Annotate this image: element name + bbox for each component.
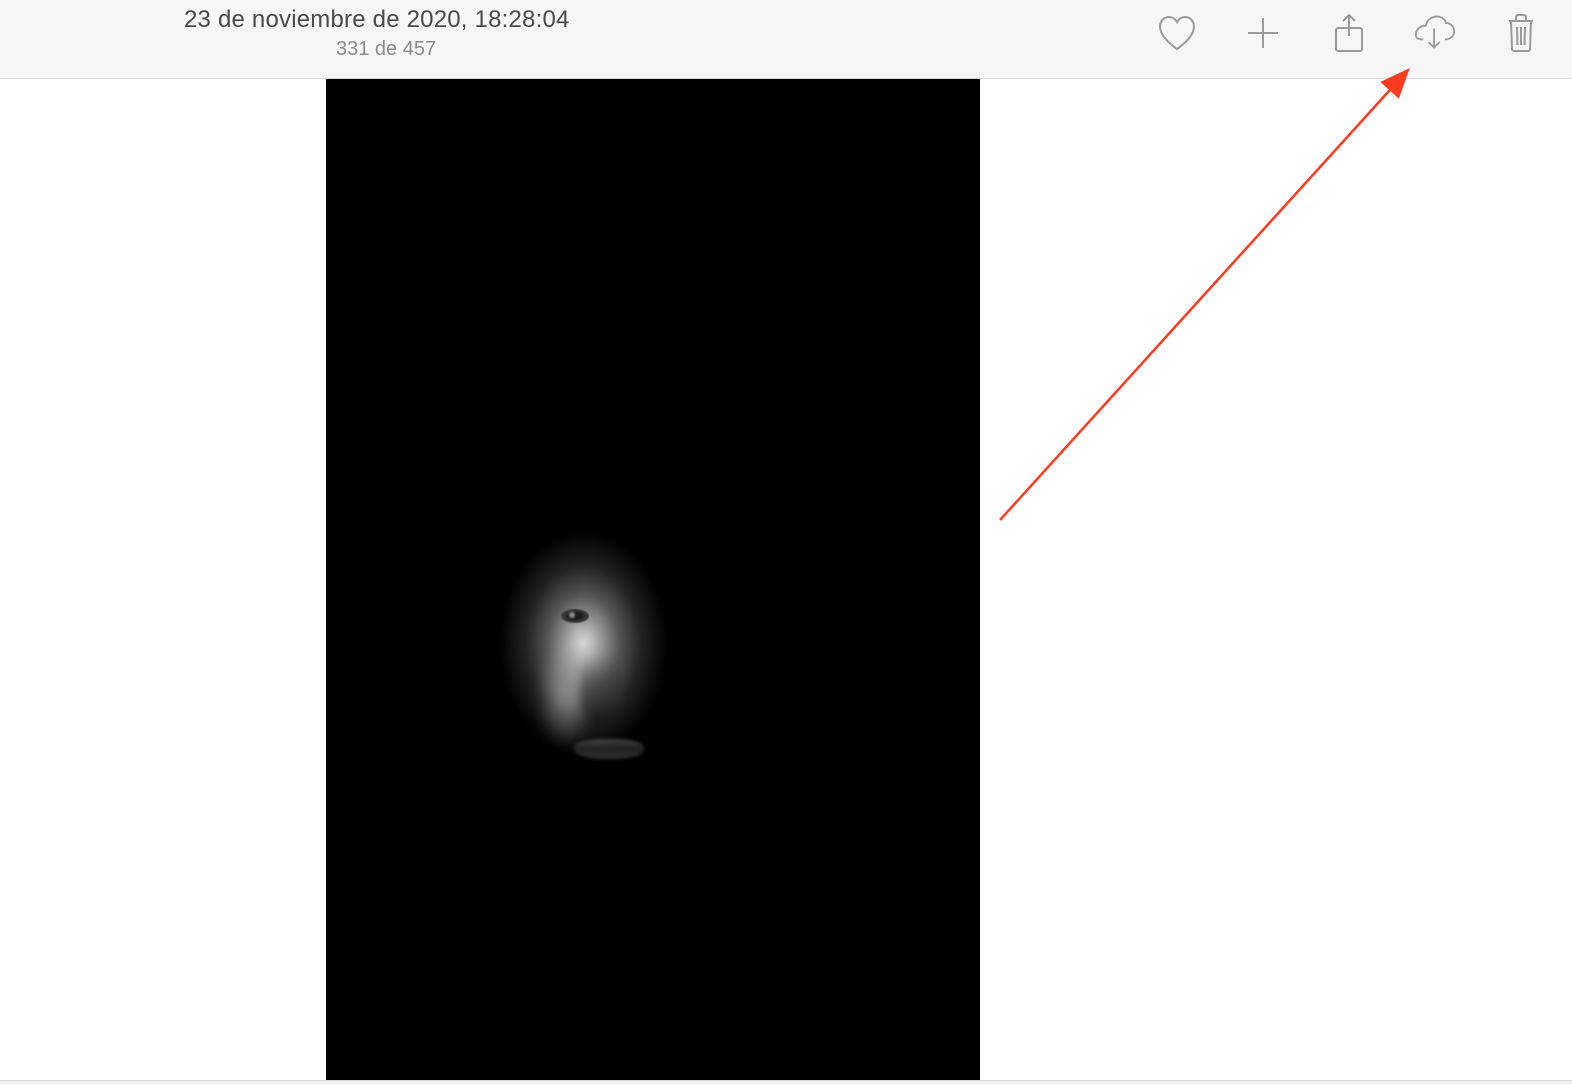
heart-icon [1156, 14, 1198, 52]
favorite-button[interactable] [1156, 12, 1198, 54]
bottom-strip [0, 1080, 1572, 1084]
title-block: 23 de noviembre de 2020, 18:28:04 331 de… [184, 6, 570, 61]
toolbar-actions [1156, 12, 1542, 54]
photo-counter: 331 de 457 [336, 38, 570, 61]
photo-date-time: 23 de noviembre de 2020, 18:28:04 [184, 6, 570, 34]
plus-icon [1245, 15, 1281, 51]
cloud-download-button[interactable] [1414, 12, 1456, 54]
share-icon [1332, 12, 1366, 54]
photo-image [326, 79, 980, 1080]
photo-viewer[interactable] [0, 79, 1572, 1080]
cloud-download-icon [1414, 14, 1456, 52]
add-button[interactable] [1242, 12, 1284, 54]
delete-button[interactable] [1500, 12, 1542, 54]
share-button[interactable] [1328, 12, 1370, 54]
toolbar: 23 de noviembre de 2020, 18:28:04 331 de… [0, 0, 1572, 79]
trash-icon [1505, 13, 1537, 53]
